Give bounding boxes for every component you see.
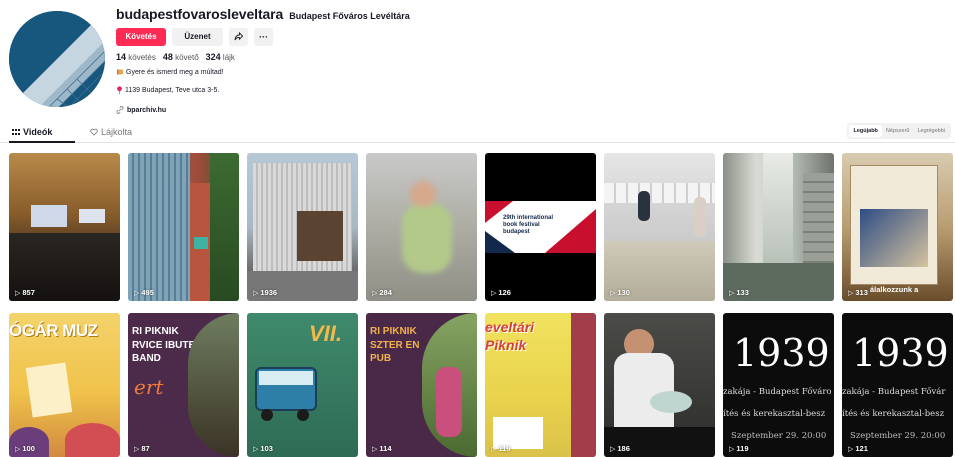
- view-count: ▷ 133: [729, 288, 749, 297]
- video-tile[interactable]: ▷ 1936: [247, 153, 358, 301]
- video-tile[interactable]: 1939 zakája - Budapest Fővár ítés és ker…: [842, 313, 953, 457]
- profile-stats: 14 követés 48 követő 324 lájk: [116, 52, 816, 63]
- video-caption: 1939: [733, 331, 830, 375]
- video-subcaption: zakája - Budapest Főváro: [723, 387, 832, 397]
- nickname: Budapest Főváros Levéltára: [289, 11, 410, 21]
- sort-toggle: Legújabb Népszerű Legrégebbi: [847, 123, 951, 139]
- video-tile[interactable]: ▷ 284: [366, 153, 477, 301]
- video-subcaption-2: ítés és kerekasztal-besz: [842, 409, 945, 419]
- video-caption: 1939: [852, 331, 949, 375]
- video-tile[interactable]: 29th international book festival budapes…: [485, 153, 596, 301]
- video-caption: 29th international book festival budapes…: [503, 215, 554, 236]
- video-tile[interactable]: ▷ 857: [9, 153, 120, 301]
- sort-oldest[interactable]: Legrégebbi: [913, 125, 949, 137]
- video-caption: ÓGÁR MUZ: [9, 321, 98, 340]
- more-button[interactable]: ···: [254, 27, 273, 46]
- share-button[interactable]: [229, 27, 248, 46]
- video-tile[interactable]: ▷ 133: [723, 153, 834, 301]
- follow-button[interactable]: Követés: [116, 27, 166, 46]
- video-tile[interactable]: ÓGÁR MUZ ▷ 100: [9, 313, 120, 457]
- message-button[interactable]: Üzenet: [172, 27, 223, 46]
- video-subcaption-2: ítés és kerekasztal-besz: [723, 409, 826, 419]
- link-icon: [116, 106, 124, 114]
- profile-link[interactable]: bparchiv.hu: [116, 105, 816, 115]
- play-icon: ▷: [491, 289, 497, 297]
- view-count: ▷ 284: [372, 288, 392, 297]
- play-icon: ▷: [610, 289, 616, 297]
- view-count: ▷ 186: [610, 444, 630, 453]
- view-count: ▷ 87: [134, 444, 150, 453]
- view-count: ▷ 114: [372, 444, 392, 453]
- play-icon: ▷: [729, 289, 735, 297]
- view-count: ▷ 100: [15, 444, 35, 453]
- stat-followers[interactable]: 48 követő: [163, 52, 199, 62]
- video-tile[interactable]: RI PIKNIK SZTER EN PUB ▷ 114: [366, 313, 477, 457]
- play-icon: ▷: [491, 445, 497, 453]
- play-icon: ▷: [848, 289, 854, 297]
- video-date: Szeptember 29. 20:00: [731, 431, 827, 441]
- view-count: ▷ 1936: [253, 288, 278, 297]
- play-icon: ▷: [848, 445, 854, 453]
- play-icon: ▷: [610, 445, 616, 453]
- play-icon: ▷: [253, 445, 259, 453]
- view-count: ▷ 121: [848, 444, 868, 453]
- view-count: ▷ 126: [491, 288, 511, 297]
- bio-line: Gyere és ismerd meg a múltad!: [116, 67, 816, 77]
- sort-newest[interactable]: Legújabb: [849, 125, 882, 137]
- profile-tabs: Videók Lájkolta Legújabb Népszerű Legrég…: [0, 121, 955, 143]
- play-icon: ▷: [729, 445, 735, 453]
- video-tile[interactable]: 1939 zakája - Budapest Főváro ítés és ke…: [723, 313, 834, 457]
- profile-header: budapestfovarosleveltara Budapest Főváro…: [0, 0, 955, 125]
- video-caption: VII.: [309, 321, 343, 346]
- scroll-icon: [117, 69, 123, 75]
- grid-icon: [12, 129, 20, 135]
- video-tile[interactable]: ▷ 130: [604, 153, 715, 301]
- video-tile[interactable]: eveltári Piknik ▷ 119: [485, 313, 596, 457]
- video-tile[interactable]: álalkozzunk a ▷ 313: [842, 153, 953, 301]
- view-count: ▷ 119: [491, 444, 511, 453]
- video-caption: eveltári Piknik: [485, 319, 535, 353]
- video-subcaption: zakája - Budapest Fővár: [842, 387, 946, 397]
- tab-liked[interactable]: Lájkolta: [90, 125, 132, 139]
- video-date: Szeptember 29. 20:00: [850, 431, 946, 441]
- play-icon: ▷: [15, 289, 21, 297]
- tab-active-indicator: [9, 141, 75, 143]
- decor-script: ert: [134, 375, 164, 399]
- pin-icon: [117, 86, 122, 94]
- stat-likes: 324 lájk: [205, 52, 235, 62]
- view-count: ▷ 119: [729, 444, 749, 453]
- sort-popular[interactable]: Népszerű: [882, 125, 914, 137]
- view-count: ▷ 495: [134, 288, 154, 297]
- heart-icon: [90, 128, 98, 136]
- play-icon: ▷: [134, 289, 140, 297]
- video-caption: álalkozzunk a: [870, 285, 919, 294]
- view-count: ▷ 103: [253, 444, 273, 453]
- play-icon: ▷: [134, 445, 140, 453]
- play-icon: ▷: [372, 289, 378, 297]
- view-count: ▷ 313: [848, 288, 868, 297]
- video-tile[interactable]: ▷ 186: [604, 313, 715, 457]
- avatar[interactable]: [9, 11, 105, 107]
- username: budapestfovarosleveltara: [116, 6, 284, 22]
- share-icon: [234, 32, 243, 41]
- play-icon: ▷: [15, 445, 21, 453]
- tab-videos[interactable]: Videók: [12, 125, 52, 139]
- view-count: ▷ 857: [15, 288, 35, 297]
- view-count: ▷ 130: [610, 288, 630, 297]
- video-tile[interactable]: ▷ 495: [128, 153, 239, 301]
- video-tile[interactable]: RI PIKNIK RVICE IBUTE BAND ert ▷ 87: [128, 313, 239, 457]
- play-icon: ▷: [372, 445, 378, 453]
- profile-info: budapestfovarosleveltara Budapest Főváro…: [116, 6, 816, 115]
- play-icon: ▷: [253, 289, 259, 297]
- bio-address: 1139 Budapest, Teve utca 3-5.: [116, 85, 816, 95]
- stat-following[interactable]: 14 követés: [116, 52, 156, 62]
- video-tile[interactable]: VII. ▷ 103: [247, 313, 358, 457]
